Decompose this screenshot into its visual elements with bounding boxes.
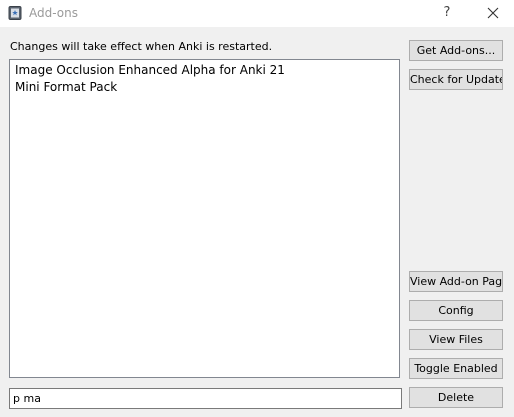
check-updates-button[interactable]: Check for Updates: [409, 69, 503, 90]
window-title: Add-ons: [29, 6, 78, 20]
addon-list[interactable]: Image Occlusion Enhanced Alpha for Anki …: [9, 59, 400, 378]
config-button[interactable]: Config: [409, 300, 503, 321]
help-icon: ?: [443, 5, 451, 20]
close-icon: [487, 7, 499, 19]
help-button[interactable]: ?: [437, 3, 457, 23]
delete-button[interactable]: Delete: [409, 387, 503, 408]
addons-dialog: Add-ons ? Changes will take effect when …: [0, 0, 514, 417]
addon-list-item[interactable]: Image Occlusion Enhanced Alpha for Anki …: [15, 62, 394, 79]
get-addons-button[interactable]: Get Add-ons...: [409, 40, 503, 61]
view-files-button[interactable]: View Files: [409, 329, 503, 350]
search-input[interactable]: [9, 388, 402, 409]
addon-list-item[interactable]: Mini Format Pack: [15, 79, 394, 96]
title-bar[interactable]: Add-ons ?: [0, 0, 514, 27]
restart-notice: Changes will take effect when Anki is re…: [10, 40, 273, 53]
close-button[interactable]: [480, 3, 506, 23]
view-addon-page-button[interactable]: View Add-on Page: [409, 271, 503, 292]
anki-icon: [8, 6, 22, 20]
toggle-enabled-button[interactable]: Toggle Enabled: [409, 358, 503, 379]
